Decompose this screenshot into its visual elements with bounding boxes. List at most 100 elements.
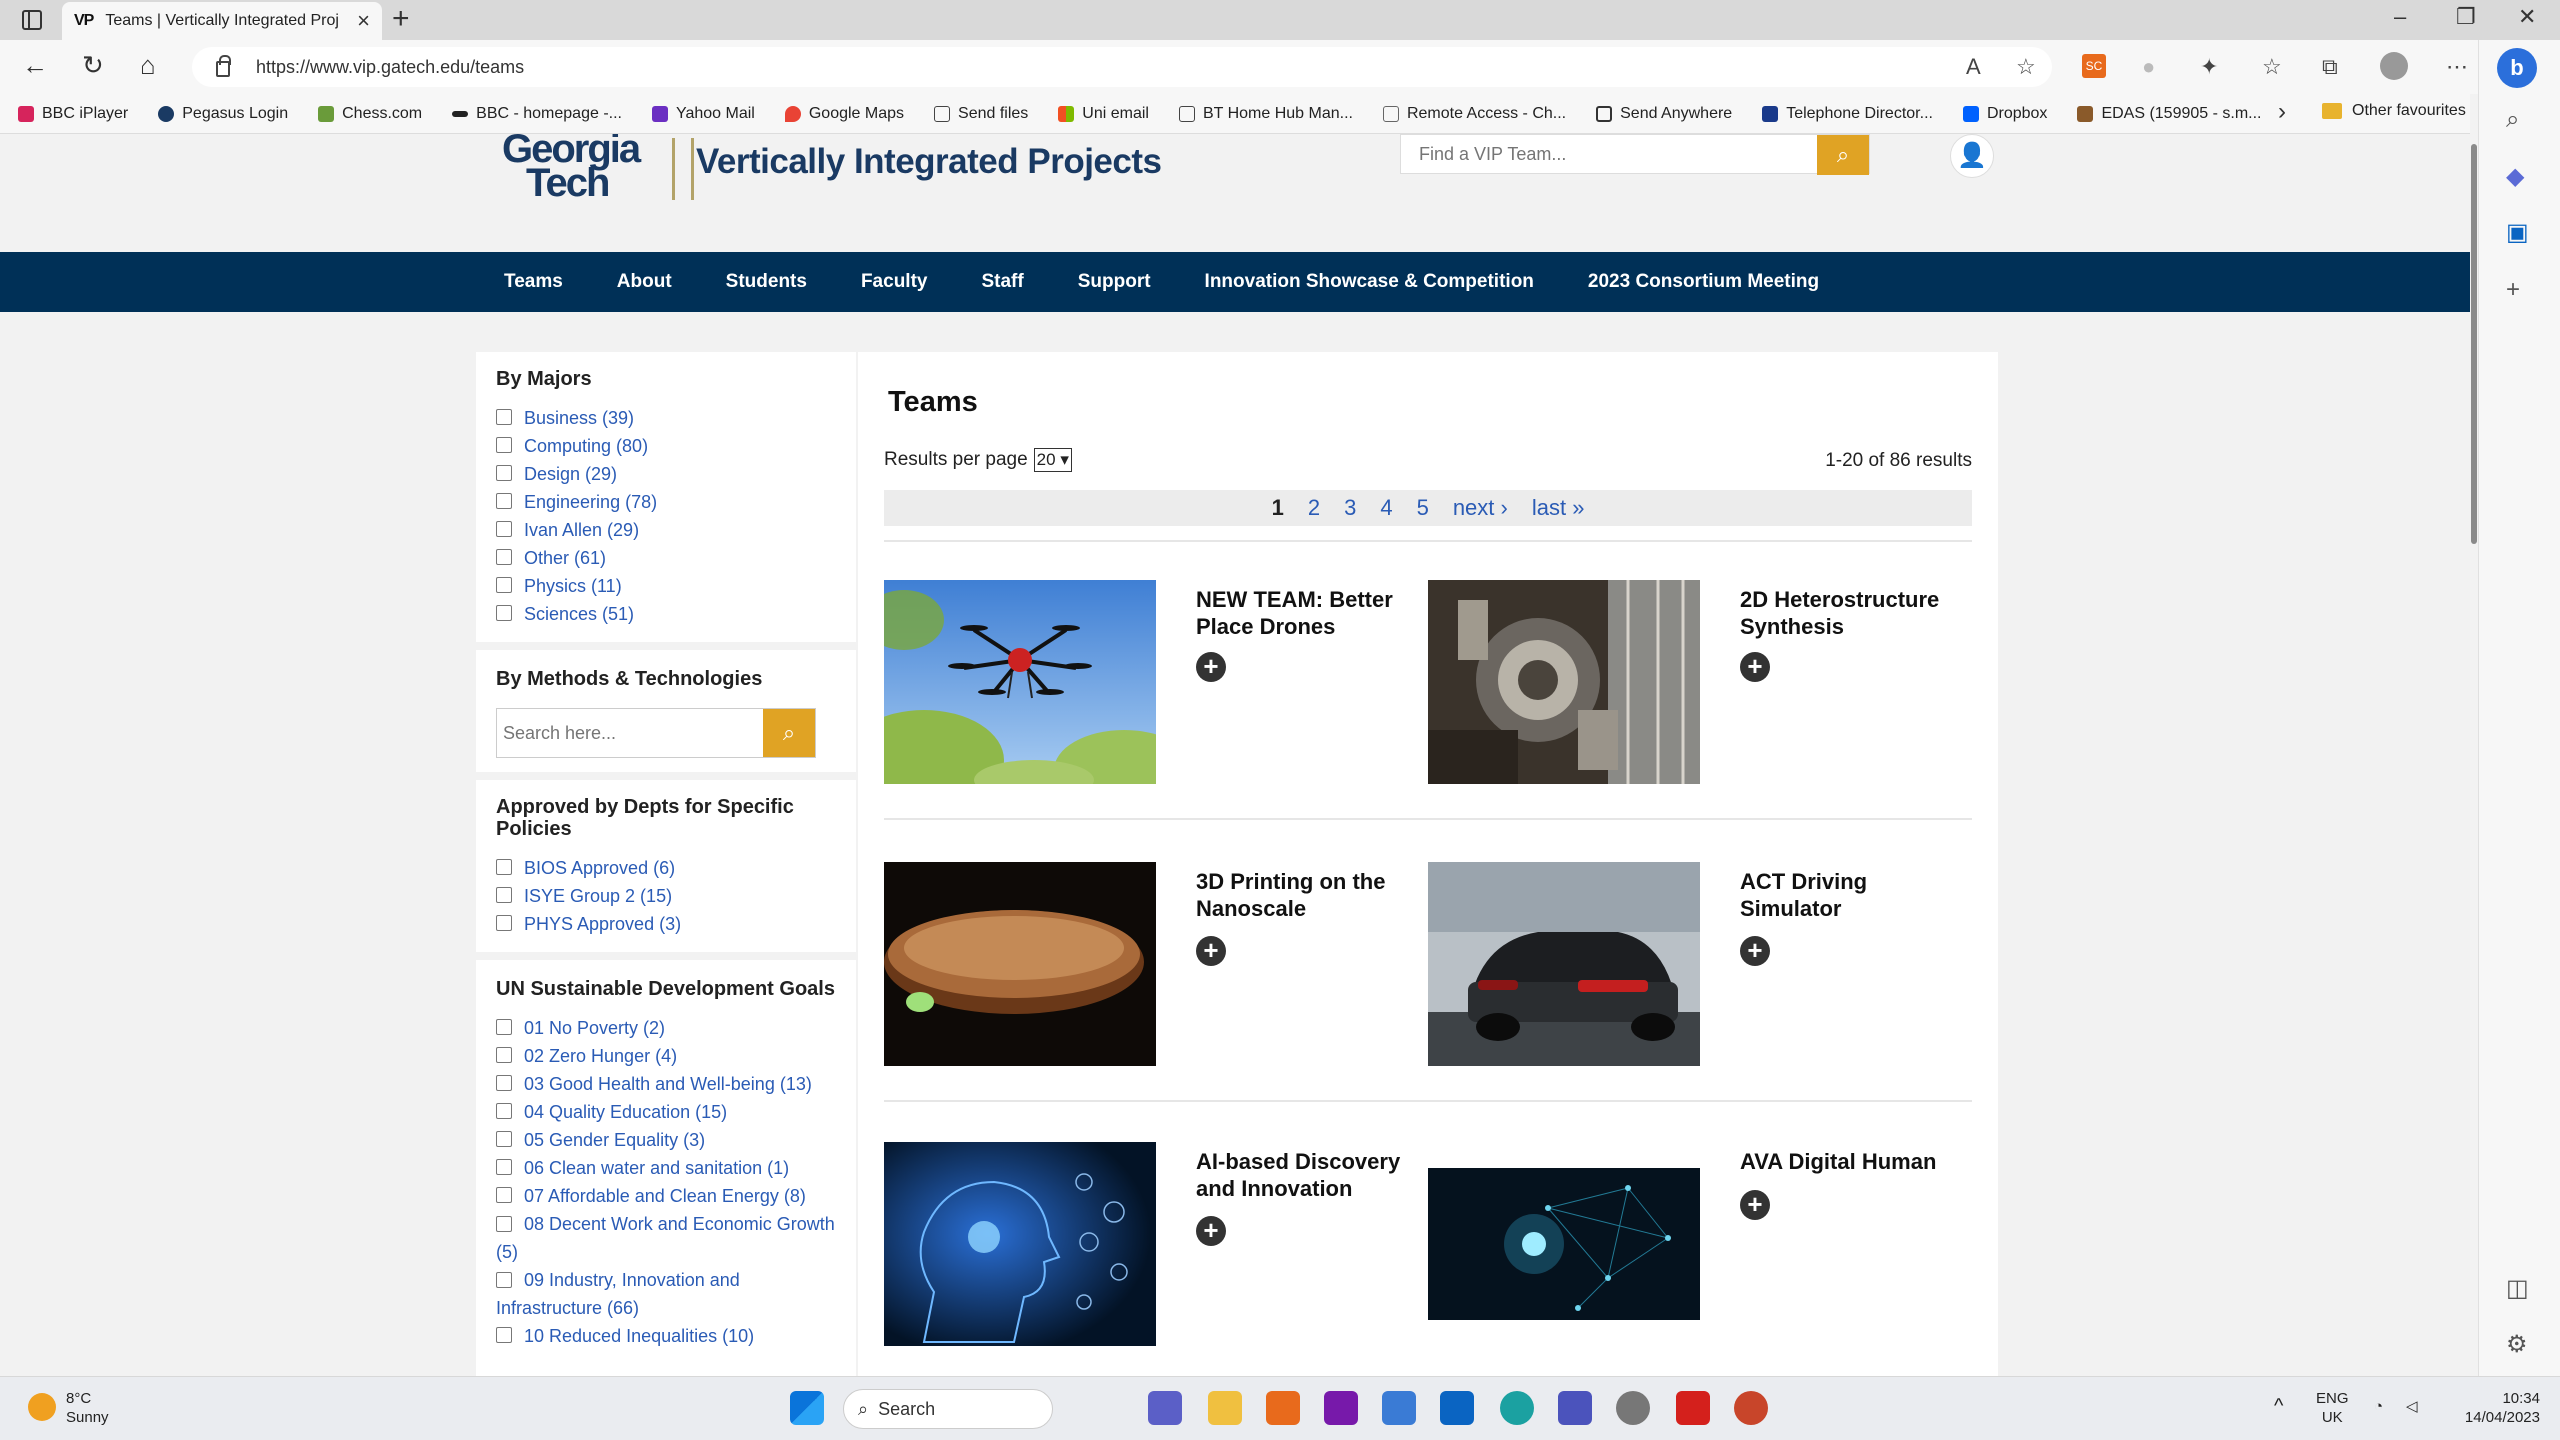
site-title[interactable]: Vertically Integrated Projects	[696, 142, 1162, 182]
outlook-icon[interactable]: ▣	[2506, 218, 2529, 247]
page-link[interactable]: 4	[1380, 495, 1392, 521]
facet-item[interactable]: Sciences (51)	[496, 600, 846, 628]
facet-item[interactable]: 10 Reduced Inequalities (10)	[496, 1322, 846, 1350]
plus-circle-icon[interactable]: +	[1740, 936, 1770, 966]
teams-chat-icon[interactable]	[1148, 1391, 1182, 1425]
new-tab-button[interactable]: +	[392, 2, 410, 36]
minimize-icon[interactable]: –	[2394, 4, 2406, 30]
checkbox[interactable]	[496, 465, 512, 481]
checkbox[interactable]	[496, 1019, 512, 1035]
nav-support[interactable]: Support	[1078, 271, 1151, 293]
plus-circle-icon[interactable]: +	[1196, 1216, 1226, 1246]
facet-item[interactable]: PHYS Approved (3)	[496, 910, 846, 938]
facet-item[interactable]: BIOS Approved (6)	[496, 854, 846, 882]
team-image-penny[interactable]	[884, 862, 1156, 1066]
plus-circle-icon[interactable]: +	[1740, 1190, 1770, 1220]
bookmark-yahoo-mail[interactable]: Yahoo Mail	[651, 105, 755, 123]
facet-item[interactable]: 05 Gender Equality (3)	[496, 1126, 846, 1154]
edge-icon[interactable]	[1500, 1391, 1534, 1425]
close-tab-icon[interactable]: ×	[357, 8, 370, 34]
methods-search-input[interactable]	[497, 709, 763, 757]
checkbox[interactable]	[496, 493, 512, 509]
nav-about[interactable]: About	[617, 271, 672, 293]
checkbox[interactable]	[496, 1159, 512, 1175]
url-field[interactable]: https://www.vip.gatech.edu/teams	[192, 47, 2052, 87]
facet-item[interactable]: 04 Quality Education (15)	[496, 1098, 846, 1126]
georgia-tech-logo[interactable]: Georgia Tech	[502, 134, 641, 203]
add-icon[interactable]: +	[2506, 276, 2520, 304]
team-image-digital-human[interactable]	[1428, 1168, 1700, 1320]
settings-icon[interactable]	[1616, 1391, 1650, 1425]
extensions-icon[interactable]: ✦	[2200, 54, 2218, 80]
sun-icon[interactable]	[28, 1393, 56, 1421]
checkbox[interactable]	[496, 1131, 512, 1147]
chevron-up-icon[interactable]: ^	[2274, 1396, 2283, 1416]
facet-item[interactable]: 02 Zero Hunger (4)	[496, 1042, 846, 1070]
scroll-thumb[interactable]	[2471, 144, 2477, 544]
settings-icon[interactable]: ⚙	[2506, 1330, 2528, 1359]
checkbox[interactable]	[496, 1216, 512, 1232]
facet-item[interactable]: Other (61)	[496, 544, 846, 572]
other-favourites[interactable]: Other favourites	[2322, 102, 2466, 120]
search-button[interactable]: ⌕	[1817, 135, 1869, 175]
facet-item[interactable]: Computing (80)	[496, 432, 846, 460]
checkbox[interactable]	[496, 1272, 512, 1288]
profile-avatar[interactable]	[2380, 52, 2408, 80]
bookmark-pegasus-login[interactable]: Pegasus Login	[158, 105, 288, 123]
page-next[interactable]: next ›	[1453, 495, 1508, 521]
store-icon[interactable]	[1382, 1391, 1416, 1425]
methods-search-button[interactable]: ⌕	[763, 709, 815, 757]
taskbar-search[interactable]: ⌕ Search	[843, 1389, 1053, 1429]
facet-item[interactable]: Engineering (78)	[496, 488, 846, 516]
page-link[interactable]: 2	[1308, 495, 1320, 521]
facet-item[interactable]: Business (39)	[496, 404, 846, 432]
bookmark-edas[interactable]: EDAS (159905 - s.m...	[2077, 105, 2262, 123]
lock-icon[interactable]	[216, 55, 231, 77]
chevron-right-icon[interactable]: ›	[2278, 98, 2286, 126]
plus-circle-icon[interactable]: +	[1196, 936, 1226, 966]
checkbox[interactable]	[496, 859, 512, 875]
restore-icon[interactable]: ❐	[2456, 4, 2476, 30]
checkbox[interactable]	[496, 409, 512, 425]
checkbox[interactable]	[496, 1075, 512, 1091]
add-favorite-icon[interactable]: ☆	[2016, 54, 2036, 80]
team-search-input[interactable]	[1401, 135, 1817, 173]
checkbox[interactable]	[496, 1187, 512, 1203]
facet-item[interactable]: 09 Industry, Innovation and Infrastructu…	[496, 1266, 846, 1322]
page-link[interactable]: 5	[1417, 495, 1429, 521]
back-icon[interactable]: ←	[22, 50, 48, 81]
checkbox[interactable]	[496, 549, 512, 565]
outlook-icon[interactable]	[1440, 1391, 1474, 1425]
bookmark-bt-home-hub[interactable]: BT Home Hub Man...	[1178, 105, 1353, 123]
nav-teams[interactable]: Teams	[504, 271, 563, 293]
bookmark-uni-email[interactable]: Uni email	[1058, 105, 1149, 123]
bookmark-send-files[interactable]: Send files	[934, 105, 1028, 123]
file-explorer-icon[interactable]	[1208, 1391, 1242, 1425]
team-title[interactable]: NEW TEAM: Better Place Drones	[1196, 586, 1416, 640]
team-title[interactable]: 3D Printing on the Nanoscale	[1196, 868, 1416, 922]
results-per-page-select[interactable]: 20 ▾	[1033, 448, 1072, 472]
weather-widget[interactable]: 8°C Sunny	[66, 1389, 109, 1427]
team-title[interactable]: ACT Driving Simulator	[1740, 868, 1960, 922]
nav-consortium-meeting[interactable]: 2023 Consortium Meeting	[1588, 271, 1819, 293]
checkbox[interactable]	[496, 915, 512, 931]
checkbox[interactable]	[496, 1327, 512, 1343]
facet-item[interactable]: Physics (11)	[496, 572, 846, 600]
bookmark-chess[interactable]: Chess.com	[318, 105, 422, 123]
facet-item[interactable]: 06 Clean water and sanitation (1)	[496, 1154, 846, 1182]
team-title[interactable]: AI-based Discovery and Innovation	[1196, 1148, 1416, 1202]
refresh-icon[interactable]: ↻	[82, 50, 104, 81]
language-indicator[interactable]: ENG UK	[2316, 1389, 2349, 1427]
read-aloud-icon[interactable]: A	[1966, 54, 1981, 80]
matlab-icon[interactable]	[1266, 1391, 1300, 1425]
bookmark-telephone-directory[interactable]: Telephone Director...	[1762, 105, 1933, 123]
team-image-drone[interactable]	[884, 580, 1156, 784]
facet-item[interactable]: Ivan Allen (29)	[496, 516, 846, 544]
close-window-icon[interactable]: ✕	[2518, 4, 2536, 30]
teams-icon[interactable]	[1558, 1391, 1592, 1425]
start-icon[interactable]	[790, 1391, 824, 1425]
checkbox[interactable]	[496, 887, 512, 903]
checkbox[interactable]	[496, 1047, 512, 1063]
checkbox[interactable]	[496, 521, 512, 537]
page-link[interactable]: 3	[1344, 495, 1356, 521]
